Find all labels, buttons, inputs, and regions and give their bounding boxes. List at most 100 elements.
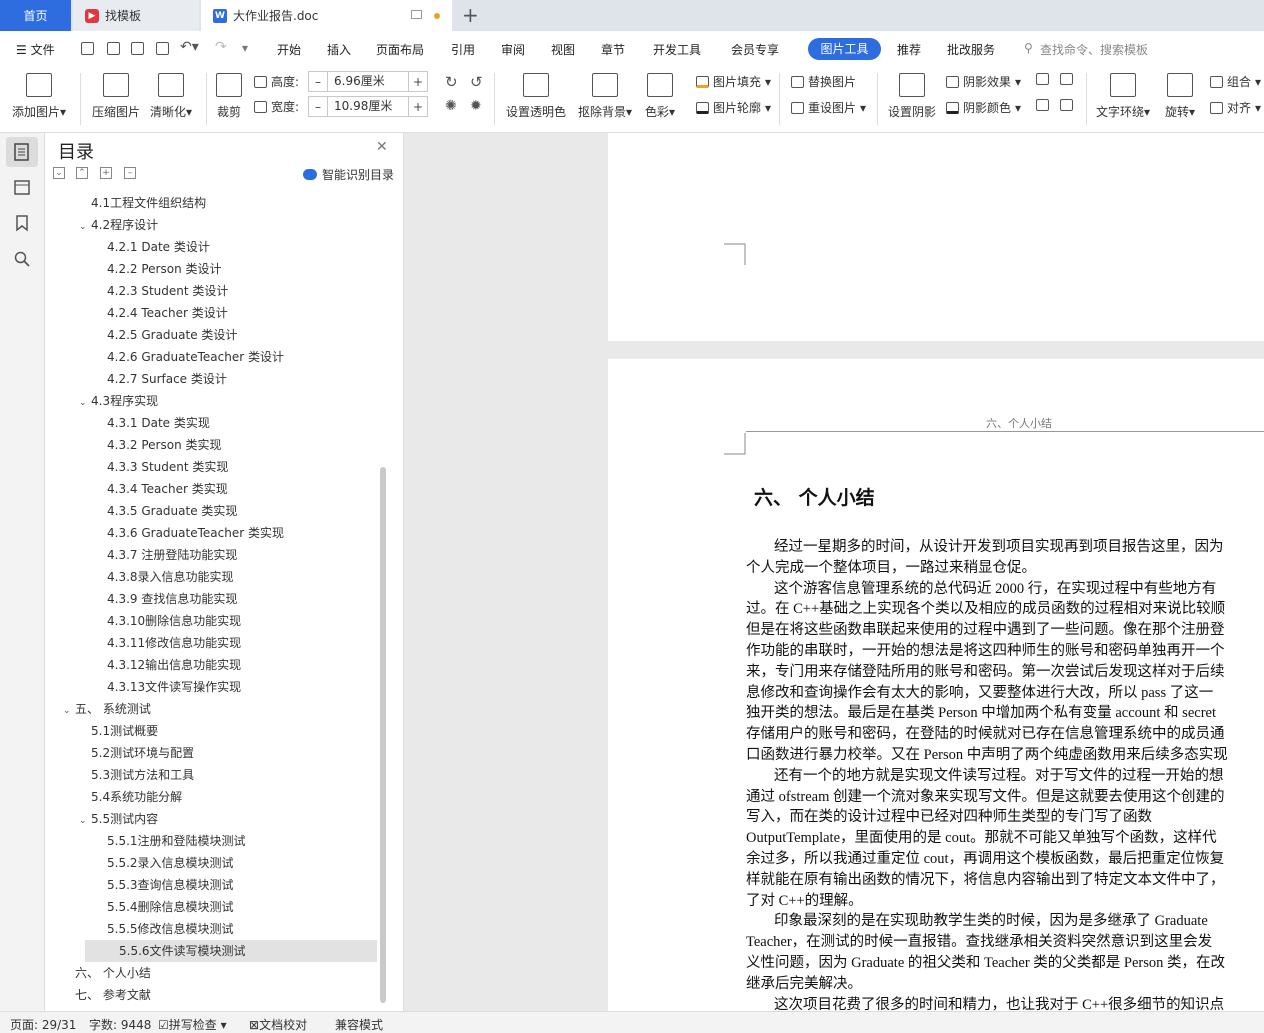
shadow-effect-button[interactable]: 阴影效果 ▾: [946, 73, 1021, 90]
search-icon[interactable]: [13, 250, 31, 268]
chevron-down-icon[interactable]: ⌄: [79, 810, 91, 832]
replace-picture-button[interactable]: 替换图片: [791, 73, 856, 90]
remove-item-icon[interactable]: –: [124, 167, 136, 179]
toc-item[interactable]: 5.5.1注册和登陆模块测试: [95, 830, 246, 852]
collapse-all-icon[interactable]: ⌄: [53, 167, 65, 179]
redo-icon[interactable]: ↷: [215, 39, 227, 55]
menu-insert[interactable]: 插入: [327, 41, 351, 58]
chevron-down-icon[interactable]: ⌄: [63, 700, 75, 722]
remove-background-button[interactable]: 抠除背景▾: [578, 73, 632, 120]
width-stepper[interactable]: –10.98厘米 +: [308, 96, 428, 117]
toc-item[interactable]: 5.5.5修改信息模块测试: [95, 918, 234, 940]
menu-layout[interactable]: 页面布局: [376, 41, 424, 58]
menu-review[interactable]: 审阅: [501, 41, 525, 58]
toc-item[interactable]: ⌄ 5.5测试内容: [79, 808, 158, 830]
group-button[interactable]: 组合 ▾: [1210, 73, 1261, 90]
tab-document[interactable]: W 大作业报告.doc: [201, 0, 452, 31]
more-dropdown-icon[interactable]: ▾: [242, 41, 248, 55]
outline-icon[interactable]: [13, 143, 31, 161]
toc-item[interactable]: 4.2.7 Surface 类设计: [95, 368, 227, 390]
toc-item[interactable]: ⌄ 五、 系统测试: [63, 698, 151, 720]
toc-item[interactable]: ⌄ 4.2程序设计: [79, 214, 158, 236]
menu-reference[interactable]: 引用: [451, 41, 475, 58]
print-icon[interactable]: [131, 42, 144, 55]
color-button[interactable]: 色彩▾: [645, 73, 675, 120]
reset-picture-button[interactable]: 重设图片 ▾: [791, 99, 866, 116]
expand-up-icon[interactable]: ⌃: [76, 167, 88, 179]
toc-item[interactable]: 4.3.13文件读写操作实现: [95, 676, 241, 698]
picture-outline-button[interactable]: 图片轮廓 ▾: [696, 99, 771, 116]
compress-picture-button[interactable]: 压缩图片: [92, 73, 140, 120]
tab-home[interactable]: 首页: [0, 0, 71, 31]
shadow-down-icon[interactable]: [1060, 73, 1073, 85]
chapter-nav-icon[interactable]: [13, 178, 31, 196]
shadow-right-icon[interactable]: [1060, 99, 1073, 111]
rotate-left-icon[interactable]: ↻: [445, 73, 458, 91]
set-transparent-button[interactable]: 设置透明色: [506, 73, 566, 120]
spell-check-button[interactable]: ☑拼写检查 ▾: [158, 1016, 227, 1033]
text-wrap-button[interactable]: 文字环绕▾: [1096, 73, 1150, 120]
toc-item[interactable]: 5.5.6文件读写模块测试: [85, 940, 377, 962]
new-tab-button[interactable]: +: [462, 3, 479, 27]
menu-picture-tools[interactable]: 图片工具: [808, 38, 881, 60]
menu-recommend[interactable]: 推荐: [897, 41, 921, 58]
toc-item[interactable]: 4.3.6 GraduateTeacher 类实现: [95, 522, 284, 544]
toc-item[interactable]: ⌄ 4.3程序实现: [79, 390, 158, 412]
toc-scrollbar[interactable]: [380, 467, 386, 1003]
chevron-down-icon[interactable]: ⌄: [79, 216, 91, 238]
set-shadow-button[interactable]: 设置阴影: [888, 73, 936, 120]
toc-item[interactable]: 4.3.12输出信息功能实现: [95, 654, 241, 676]
toc-item[interactable]: 5.2测试环境与配置: [79, 742, 194, 764]
toc-item[interactable]: 4.3.1 Date 类实现: [95, 412, 210, 434]
contrast-icon[interactable]: ✹: [470, 98, 482, 114]
menu-chapter[interactable]: 章节: [601, 41, 625, 58]
align-button[interactable]: 对齐 ▾: [1210, 99, 1261, 116]
toc-item[interactable]: 4.3.5 Graduate 类实现: [95, 500, 237, 522]
picture-fill-button[interactable]: 图片填充 ▾: [696, 73, 771, 90]
menu-file[interactable]: ☰ 文件: [16, 41, 55, 58]
crop-button[interactable]: 裁剪: [216, 73, 242, 120]
toc-item[interactable]: 六、 个人小结: [63, 962, 151, 984]
command-search-input[interactable]: 查找命令、搜索模板: [1040, 41, 1148, 58]
toc-item[interactable]: 4.3.2 Person 类实现: [95, 434, 222, 456]
toc-item[interactable]: 4.2.3 Student 类设计: [95, 280, 228, 302]
print-preview-icon[interactable]: [156, 42, 169, 55]
monitor-icon[interactable]: [411, 10, 422, 19]
bookmark-icon[interactable]: [13, 214, 31, 232]
toc-item[interactable]: 4.3.7 注册登陆功能实现: [95, 544, 237, 566]
toc-item[interactable]: 5.5.2录入信息模块测试: [95, 852, 234, 874]
toc-item[interactable]: 4.2.2 Person 类设计: [95, 258, 222, 280]
toc-item[interactable]: 5.5.4删除信息模块测试: [95, 896, 234, 918]
shadow-left-icon[interactable]: [1036, 99, 1049, 111]
toc-item[interactable]: 4.2.6 GraduateTeacher 类设计: [95, 346, 284, 368]
toc-item[interactable]: 4.3.4 Teacher 类实现: [95, 478, 228, 500]
toc-item[interactable]: 4.2.1 Date 类设计: [95, 236, 210, 258]
menu-correction[interactable]: 批改服务: [947, 41, 995, 58]
toc-item[interactable]: 4.3.3 Student 类实现: [95, 456, 228, 478]
clarify-button[interactable]: 清晰化▾: [150, 73, 192, 120]
menu-view[interactable]: 视图: [551, 41, 575, 58]
menu-start[interactable]: 开始: [277, 41, 301, 58]
menu-dev-tools[interactable]: 开发工具: [653, 41, 701, 58]
toc-item[interactable]: 七、 参考文献: [63, 984, 151, 1006]
toc-item[interactable]: 5.3测试方法和工具: [79, 764, 194, 786]
word-count[interactable]: 字数: 9448: [89, 1016, 151, 1033]
add-picture-button[interactable]: 添加图片▾: [12, 73, 66, 120]
brightness-icon[interactable]: ✺: [445, 98, 457, 114]
export-icon[interactable]: [107, 42, 120, 55]
toc-item[interactable]: 4.3.11修改信息功能实现: [95, 632, 241, 654]
toc-item[interactable]: 5.5.3查询信息模块测试: [95, 874, 234, 896]
toc-item[interactable]: 4.3.8录入信息功能实现: [95, 566, 234, 588]
save-icon[interactable]: [81, 42, 94, 55]
close-icon[interactable]: ✕: [376, 139, 388, 155]
toc-item[interactable]: 4.1工程文件组织结构: [79, 192, 206, 214]
toc-item[interactable]: 5.1测试概要: [79, 720, 158, 742]
rotate-right-icon[interactable]: ↺: [470, 73, 483, 91]
menu-member[interactable]: 会员专享: [731, 41, 779, 58]
proofread-button[interactable]: ⊠文档校对: [249, 1016, 307, 1033]
shadow-color-button[interactable]: 阴影颜色 ▾: [946, 99, 1021, 116]
page-count[interactable]: 页面: 29/31: [10, 1016, 76, 1033]
document-body[interactable]: 经过一星期多的时间，从设计开发到项目实现再到项目报告这里，因为 个人完成一个整体项…: [746, 537, 1264, 1011]
rotate-button[interactable]: 旋转▾: [1165, 73, 1195, 120]
shadow-up-icon[interactable]: [1036, 73, 1049, 85]
